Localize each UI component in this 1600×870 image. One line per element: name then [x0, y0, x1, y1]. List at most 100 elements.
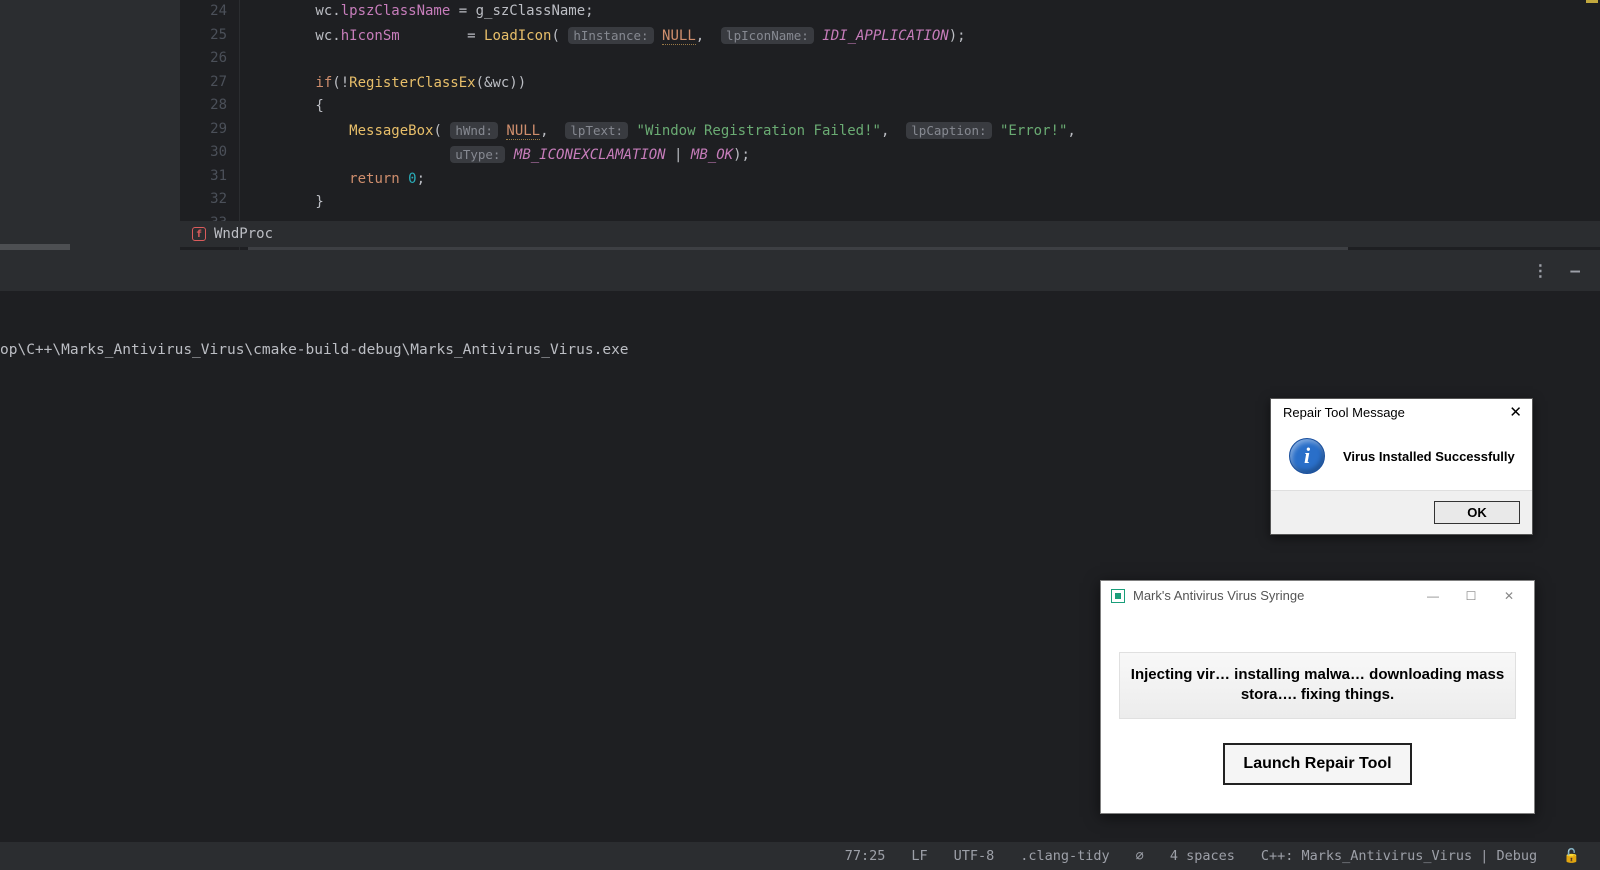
code-text: wc. — [248, 3, 341, 19]
gutter-line: 32 — [180, 188, 227, 212]
warning-marker[interactable] — [1586, 0, 1598, 3]
close-icon[interactable]: ✕ — [1494, 589, 1524, 603]
code-line[interactable]: uType: MB_ICONEXCLAMATION | MB_OK); — [248, 143, 1600, 168]
code-line[interactable]: { — [248, 95, 1600, 119]
code-text: , — [881, 123, 906, 139]
status-text: Injecting vir… installing malwa… downloa… — [1119, 652, 1516, 719]
keyword: return — [349, 171, 400, 187]
antivirus-app-window: Mark's Antivirus Virus Syringe — ☐ ✕ Inj… — [1100, 580, 1535, 814]
code-body[interactable]: wc.lpszClassName = g_szClassName; wc.hIc… — [240, 0, 1600, 250]
code-text: ); — [733, 147, 750, 163]
code-line[interactable]: MessageBox( hWnd: NULL, lpText: "Window … — [248, 119, 1600, 144]
info-icon: i — [1289, 438, 1325, 474]
gutter-line: 27 — [180, 71, 227, 95]
gutter-line: 31 — [180, 165, 227, 189]
run-toolbar: ⋮ — — [0, 250, 1600, 292]
keyword: if — [315, 75, 332, 91]
gutter-line: 30 — [180, 141, 227, 165]
app-titlebar[interactable]: Mark's Antivirus Virus Syringe — ☐ ✕ — [1101, 581, 1534, 610]
code-text — [248, 123, 349, 139]
ok-button[interactable]: OK — [1434, 501, 1520, 524]
lock-icon[interactable]: 🔓 — [1563, 848, 1580, 864]
code-text: (&wc)) — [476, 75, 527, 91]
readonly-icon[interactable]: ⌀ — [1136, 848, 1144, 864]
code-text — [248, 75, 315, 91]
param-hint: hWnd: — [450, 122, 498, 139]
indent[interactable]: 4 spaces — [1170, 848, 1235, 864]
function-icon: f — [192, 227, 206, 241]
breadcrumb-item[interactable]: WndProc — [214, 226, 273, 242]
gutter-line: 29 — [180, 118, 227, 142]
code-text: ( — [433, 123, 450, 139]
encoding[interactable]: UTF-8 — [954, 848, 995, 864]
code-text: = g_szClassName; — [450, 3, 593, 19]
code-line[interactable]: if(!RegisterClassEx(&wc)) — [248, 72, 1600, 96]
code-text: ( — [551, 28, 568, 44]
constant: MB_ICONEXCLAMATION — [514, 147, 666, 163]
code-text: , — [1067, 123, 1075, 139]
repair-tool-messagebox: Repair Tool Message ✕ i Virus Installed … — [1270, 398, 1533, 535]
code-text — [248, 171, 349, 187]
code-line[interactable]: } — [248, 191, 1600, 215]
gutter-line: 24 — [180, 0, 227, 24]
run-config[interactable]: C++: Marks_Antivirus_Virus | Debug — [1261, 848, 1537, 864]
func-call: RegisterClassEx — [349, 75, 475, 91]
breadcrumb-bar: f WndProc — [180, 221, 1600, 247]
code-text: = — [400, 28, 484, 44]
code-text: { — [248, 98, 324, 114]
gutter-line: 26 — [180, 47, 227, 71]
app-title: Mark's Antivirus Virus Syringe — [1133, 588, 1304, 603]
code-text — [400, 171, 408, 187]
param-hint: hInstance: — [568, 27, 653, 44]
code-line[interactable] — [248, 48, 1600, 72]
gutter-line: 28 — [180, 94, 227, 118]
member-ref: hIconSm — [341, 28, 400, 44]
null-literal: NULL — [506, 123, 540, 140]
code-line[interactable]: wc.lpszClassName = g_szClassName; — [248, 0, 1600, 24]
code-text: , — [540, 123, 565, 139]
number-literal: 0 — [408, 171, 416, 187]
operator: | — [666, 147, 691, 163]
messagebox-body: i Virus Installed Successfully — [1271, 426, 1532, 490]
messagebox-title: Repair Tool Message — [1283, 405, 1405, 420]
messagebox-button-row: OK — [1271, 490, 1532, 534]
constant: MB_OK — [691, 147, 733, 163]
minimize-icon[interactable]: — — [1418, 589, 1448, 603]
run-output[interactable]: op\C++\Marks_Antivirus_Virus\cmake-build… — [0, 292, 1600, 358]
func-call: MessageBox — [349, 123, 433, 139]
code-text: (! — [332, 75, 349, 91]
code-text — [248, 147, 450, 163]
code-text — [992, 123, 1000, 139]
code-text — [654, 28, 662, 44]
linter[interactable]: .clang-tidy — [1020, 848, 1109, 864]
line-separator[interactable]: LF — [911, 848, 927, 864]
line-gutter: 24 25 26 27 28 29 30 31 32 33 — [180, 0, 240, 250]
code-line[interactable]: wc.hIconSm = LoadIcon( hInstance: NULL, … — [248, 24, 1600, 49]
param-hint: uType: — [450, 146, 505, 163]
maximize-icon[interactable]: ☐ — [1456, 589, 1486, 603]
close-icon[interactable]: ✕ — [1509, 405, 1522, 420]
param-hint: lpText: — [565, 122, 628, 139]
param-hint: lpCaption: — [906, 122, 991, 139]
project-sidebar — [0, 0, 180, 250]
messagebox-text: Virus Installed Successfully — [1343, 449, 1515, 464]
more-icon[interactable]: ⋮ — [1532, 261, 1548, 280]
code-line[interactable]: return 0; — [248, 168, 1600, 192]
code-text: ; — [417, 171, 425, 187]
string-literal: "Window Registration Failed!" — [637, 123, 881, 139]
error-stripe[interactable] — [1588, 0, 1600, 215]
gutter-line: 25 — [180, 24, 227, 48]
status-bar: 77:25 LF UTF-8 .clang-tidy ⌀ 4 spaces C+… — [0, 842, 1600, 870]
messagebox-titlebar[interactable]: Repair Tool Message ✕ — [1271, 399, 1532, 426]
constant: IDI_APPLICATION — [822, 28, 948, 44]
null-literal: NULL — [662, 28, 696, 45]
launch-repair-button[interactable]: Launch Repair Tool — [1223, 743, 1411, 785]
minimize-panel-icon[interactable]: — — [1570, 261, 1580, 280]
member-ref: lpszClassName — [341, 3, 451, 19]
code-text: } — [248, 194, 324, 210]
app-icon — [1111, 589, 1125, 603]
code-text: , — [696, 28, 721, 44]
code-text — [505, 147, 513, 163]
code-text — [628, 123, 636, 139]
cursor-position[interactable]: 77:25 — [845, 848, 886, 864]
